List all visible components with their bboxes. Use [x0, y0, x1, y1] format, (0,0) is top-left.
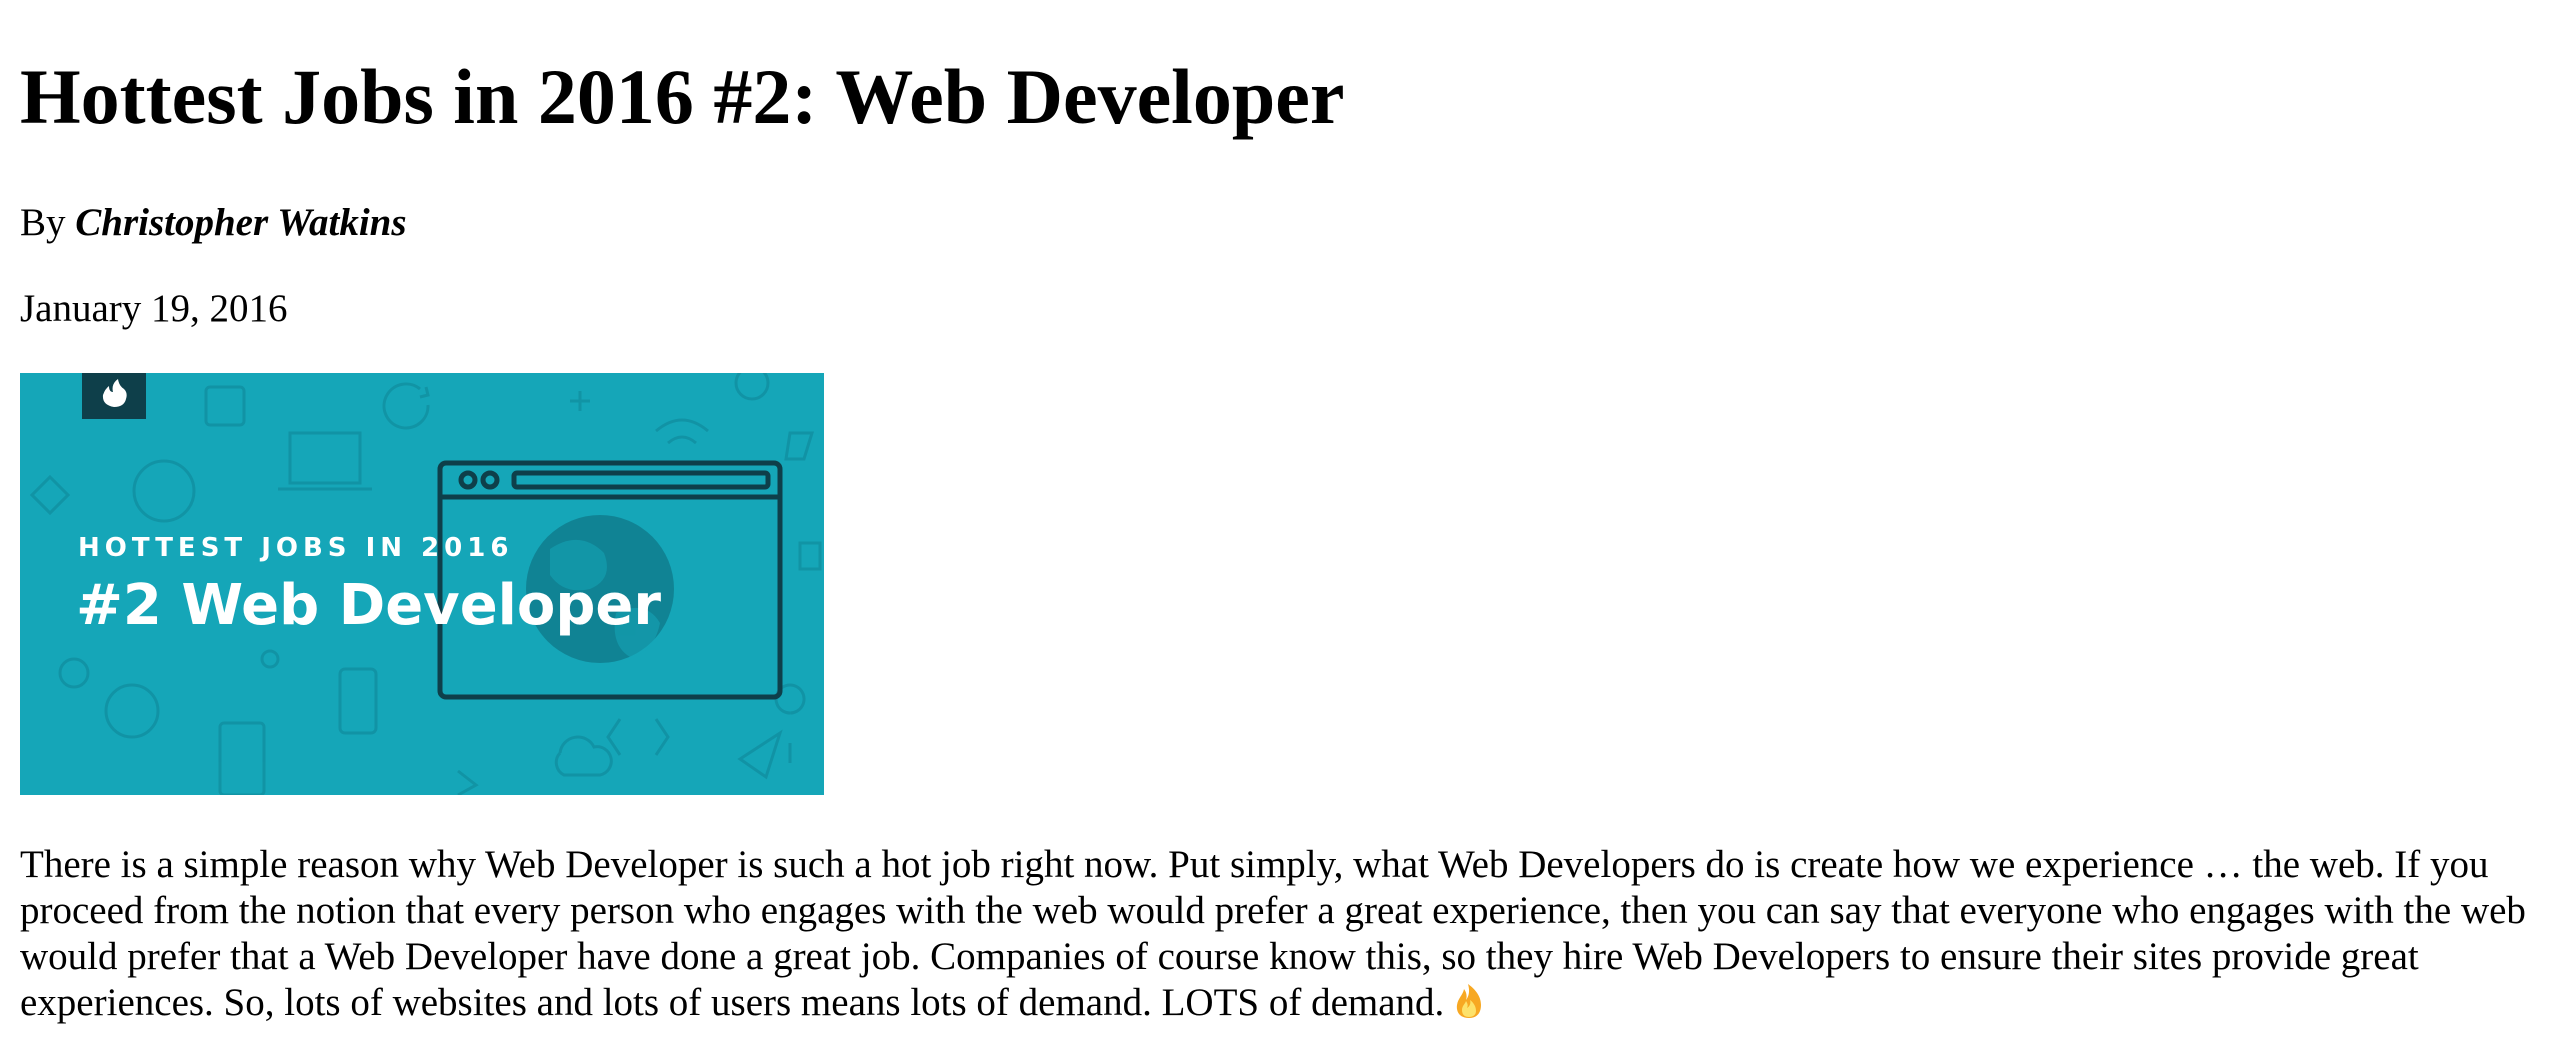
article-body-text: There is a simple reason why Web Develop… — [20, 843, 2526, 1024]
author-name: Christopher Watkins — [75, 201, 407, 244]
article-body: There is a simple reason why Web Develop… — [20, 842, 2540, 1026]
byline-prefix: By — [20, 201, 76, 244]
article-title: Hottest Jobs in 2016 #2: Web Developer — [20, 53, 1345, 140]
byline: By Christopher Watkins — [20, 200, 407, 245]
hero-headline: #2 Web Developer — [76, 573, 662, 638]
publish-date: January 19, 2016 — [20, 287, 288, 330]
hero-image: HOTTEST JOBS IN 2016 #2 Web Developer — [20, 373, 824, 795]
fire-emoji-icon — [1456, 984, 1482, 1018]
hero-kicker: HOTTEST JOBS IN 2016 — [78, 533, 514, 563]
